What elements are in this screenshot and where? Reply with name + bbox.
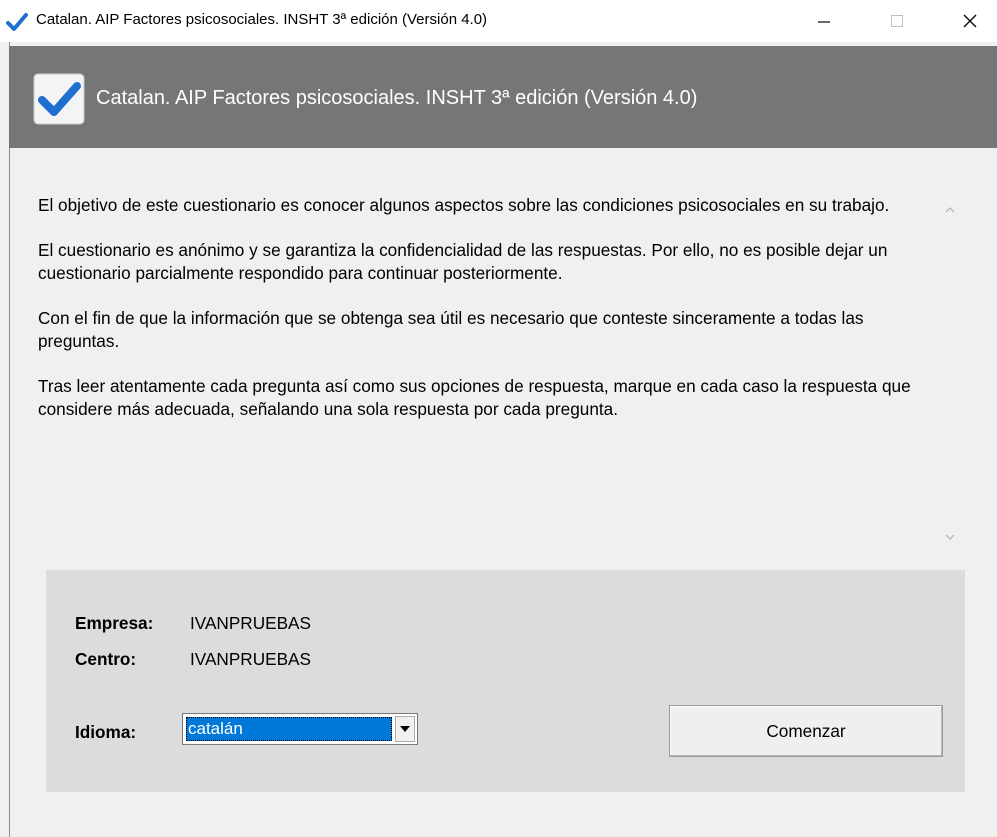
- idioma-dropdown-button[interactable]: [395, 716, 415, 742]
- intro-text: El objetivo de este cuestionario es cono…: [38, 194, 934, 554]
- start-button[interactable]: Comenzar: [669, 705, 943, 757]
- idioma-selected-value[interactable]: catalán: [186, 717, 392, 741]
- centro-label: Centro:: [75, 649, 137, 669]
- minimize-button[interactable]: [801, 0, 847, 42]
- window-titlebar: Catalan. AIP Factores psicosociales. INS…: [0, 0, 997, 42]
- intro-scrollbar[interactable]: [935, 193, 965, 555]
- centro-value: IVANPRUEBAS: [190, 649, 311, 669]
- intro-paragraph: El cuestionario es anónimo y se garantiz…: [38, 240, 888, 283]
- idioma-label: Idioma:: [75, 722, 137, 742]
- app-header-title: Catalan. AIP Factores psicosociales. INS…: [96, 87, 698, 109]
- settings-panel: Empresa: IVANPRUEBAS Centro: IVANPRUEBAS…: [46, 570, 965, 792]
- intro-paragraph: Con el fin de que la información que se …: [38, 308, 864, 351]
- close-button[interactable]: [947, 0, 993, 42]
- window-title: Catalan. AIP Factores psicosociales. INS…: [36, 11, 488, 28]
- intro-paragraph: Tras leer atentamente cada pregunta así …: [38, 376, 911, 419]
- empresa-label: Empresa:: [75, 613, 154, 633]
- chevron-down-icon[interactable]: [944, 531, 956, 543]
- intro-paragraph: El objetivo de este cuestionario es cono…: [38, 195, 890, 215]
- maximize-button[interactable]: [874, 0, 920, 42]
- checkmark-icon: [6, 13, 28, 31]
- close-icon: [963, 14, 977, 28]
- idioma-select[interactable]: catalán: [182, 713, 418, 745]
- maximize-icon: [891, 15, 903, 27]
- chevron-up-icon[interactable]: [944, 204, 956, 216]
- minimize-icon: [818, 21, 830, 23]
- empresa-value: IVANPRUEBAS: [190, 613, 311, 633]
- checkbox-checked-icon: [33, 73, 85, 125]
- app-header: Catalan. AIP Factores psicosociales. INS…: [9, 46, 997, 148]
- dropdown-arrow-icon: [400, 726, 410, 732]
